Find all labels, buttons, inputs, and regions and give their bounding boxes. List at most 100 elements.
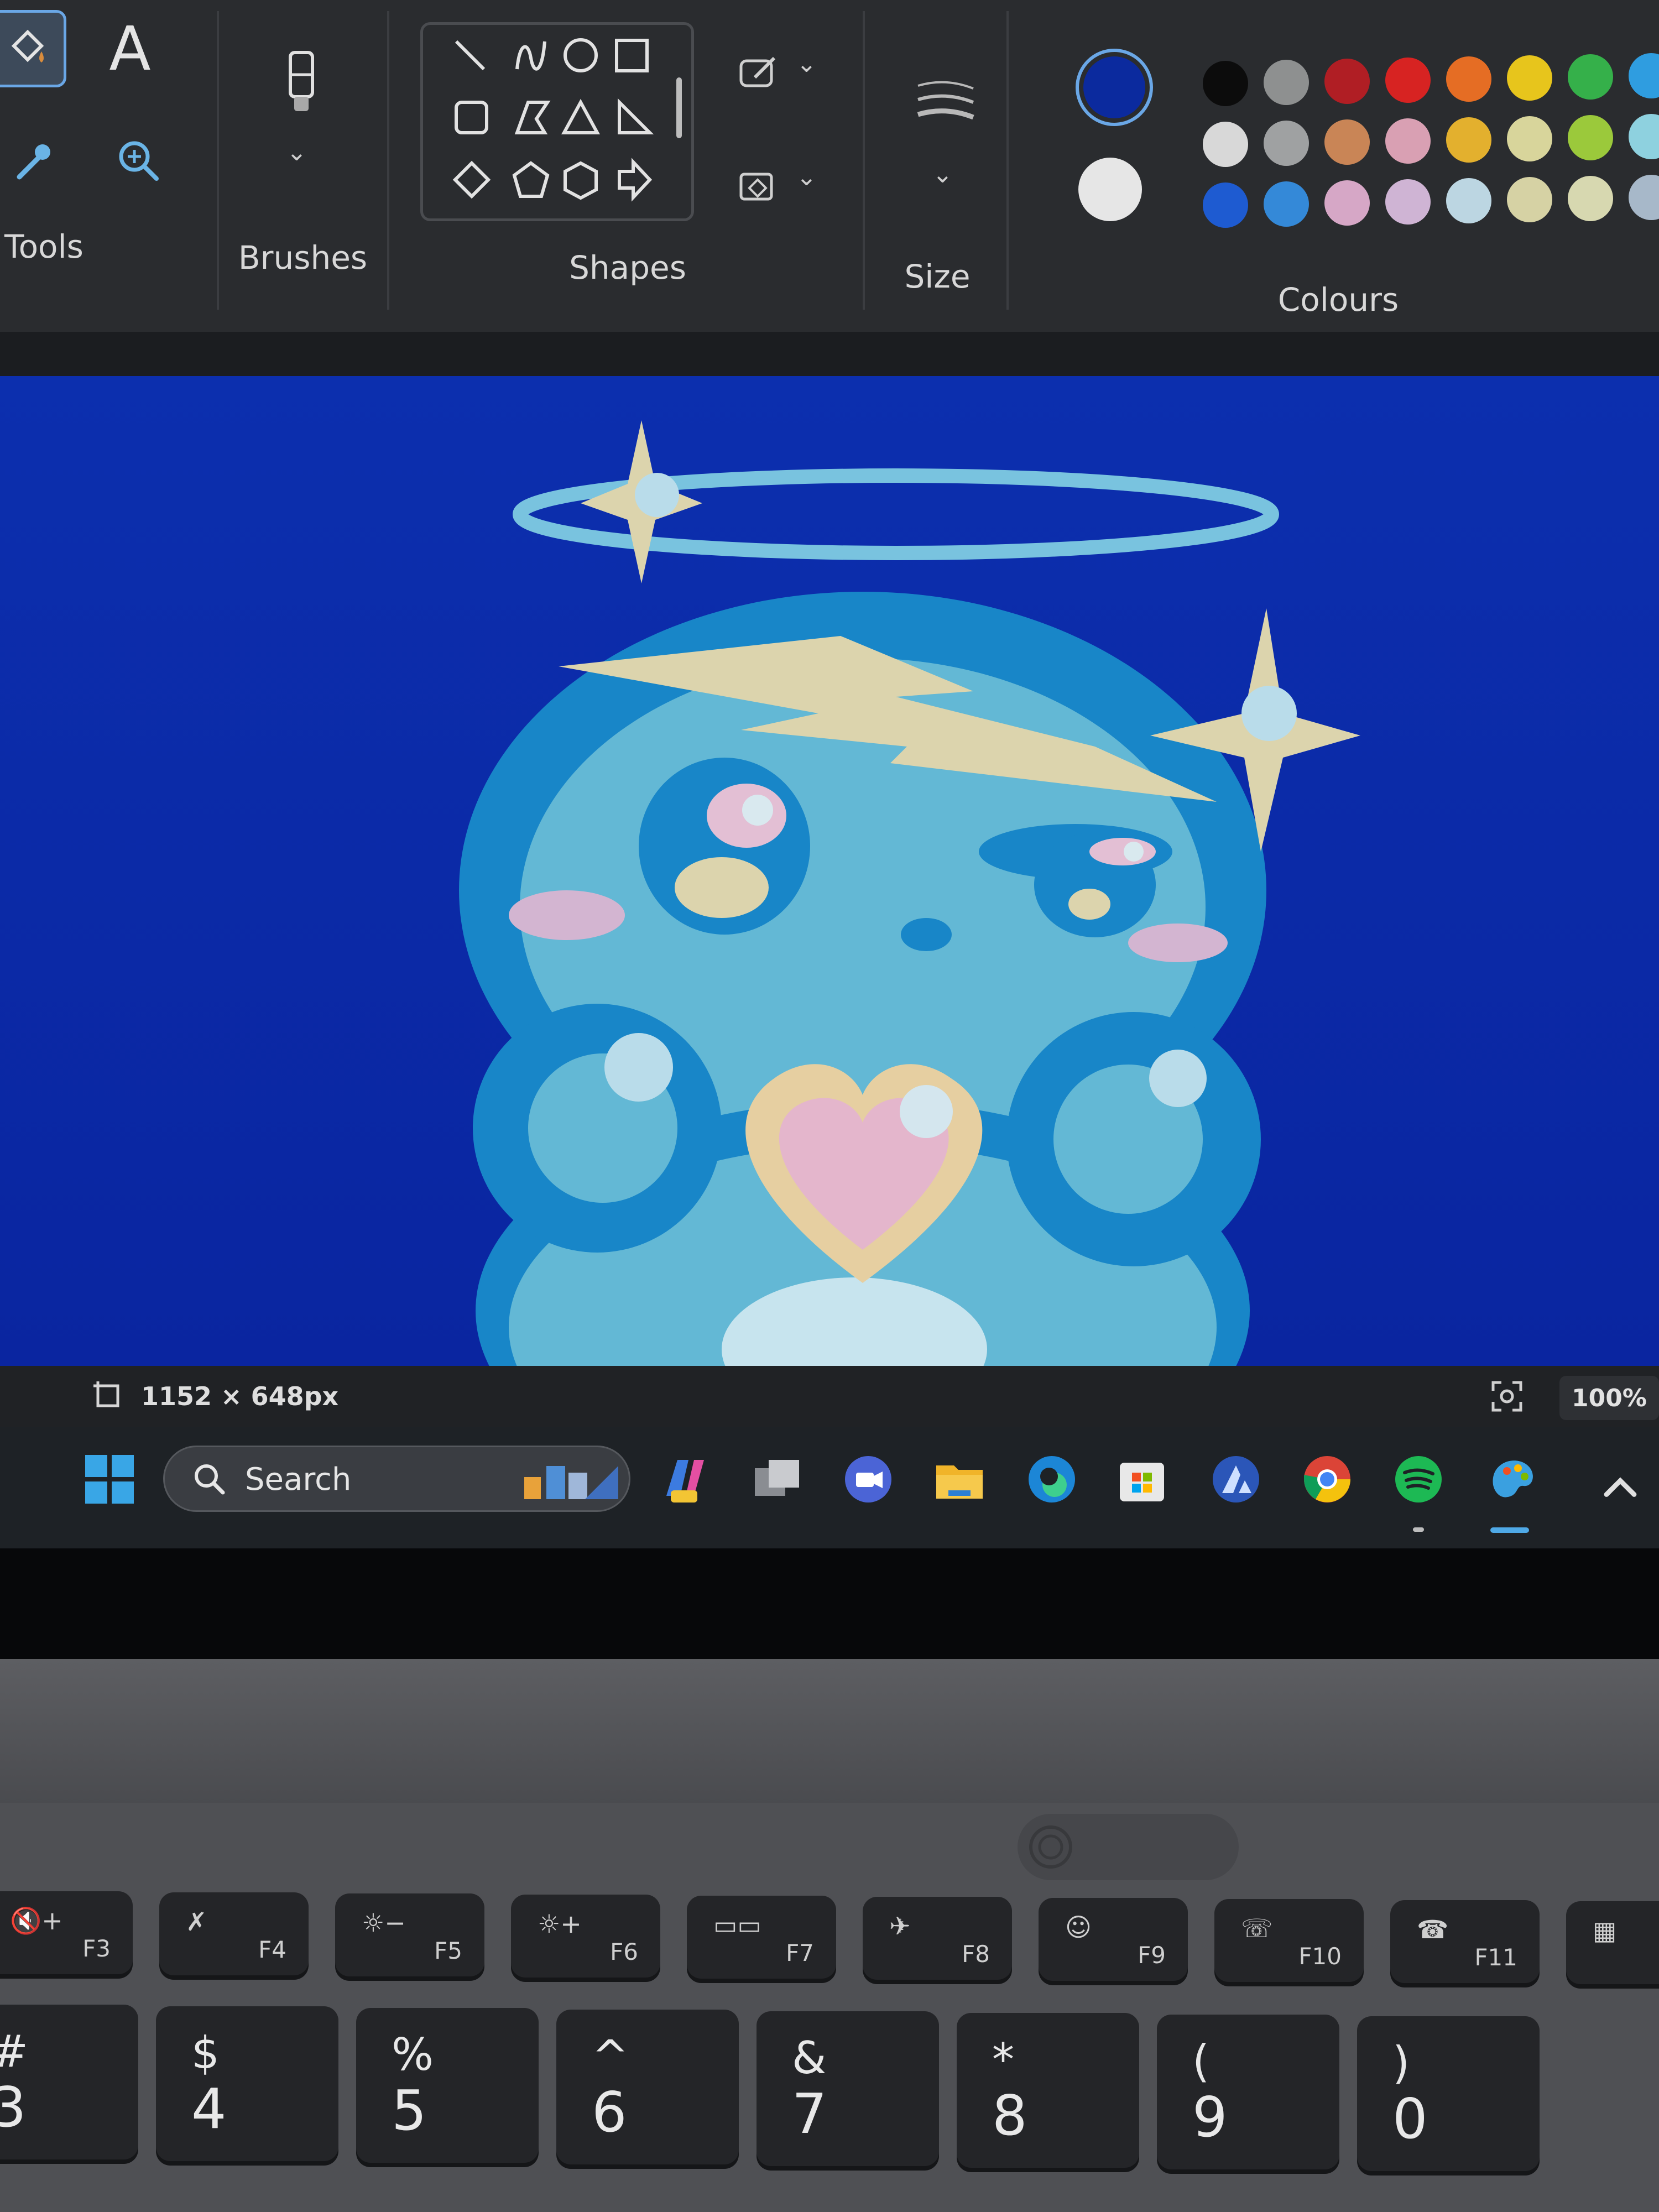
colour-swatch[interactable] xyxy=(1568,176,1613,221)
key-shift-symbol: # xyxy=(0,2026,28,2077)
colour-swatch[interactable] xyxy=(1385,179,1431,225)
autodesk-icon[interactable] xyxy=(1208,1452,1264,1507)
colour-swatch[interactable] xyxy=(1507,116,1552,161)
secondary-colour-button[interactable] xyxy=(1078,158,1142,221)
spotify-icon[interactable] xyxy=(1391,1452,1446,1507)
color-picker-tool[interactable] xyxy=(0,122,72,199)
running-indicator xyxy=(1413,1527,1424,1532)
primary-colour-button[interactable] xyxy=(1076,49,1153,126)
colour-swatch[interactable] xyxy=(1507,55,1552,101)
shapes-gallery xyxy=(420,22,694,221)
colour-swatch[interactable] xyxy=(1264,121,1309,166)
windows-taskbar: Search xyxy=(0,1427,1659,1548)
edge-icon[interactable] xyxy=(1024,1452,1079,1507)
function-key-icon: ▦ xyxy=(1593,1916,1617,1945)
key-shift-symbol: ( xyxy=(1192,2036,1210,2087)
key-shift-symbol: ^ xyxy=(592,2031,629,2082)
key-digit: 3 xyxy=(0,2075,27,2140)
colour-swatch[interactable] xyxy=(1629,114,1659,159)
function-key[interactable]: ▦F1 xyxy=(1566,1901,1659,1984)
function-key-icon: ☼− xyxy=(362,1908,406,1938)
windows-start-icon[interactable] xyxy=(82,1452,137,1507)
colour-swatch[interactable] xyxy=(1324,59,1370,104)
shapes-scrollbar xyxy=(676,77,682,138)
ribbon-divider xyxy=(387,11,389,310)
chevron-down-icon[interactable]: ⌄ xyxy=(286,138,307,166)
colour-swatch[interactable] xyxy=(1385,118,1431,164)
function-key[interactable]: ▭▭ F7 xyxy=(687,1896,836,1979)
function-key[interactable]: ✈ F8 xyxy=(863,1897,1012,1980)
colour-swatch[interactable] xyxy=(1264,60,1309,105)
fingerprint-icon xyxy=(1029,1825,1072,1869)
function-key[interactable]: ✗ F4 xyxy=(159,1892,309,1975)
function-key[interactable]: ☎ F11 xyxy=(1390,1900,1540,1983)
copilot-icon[interactable] xyxy=(655,1452,711,1507)
diamond-shape-icon xyxy=(452,160,491,199)
colour-swatch[interactable] xyxy=(1264,181,1309,227)
key-digit: 0 xyxy=(1392,2086,1428,2151)
number-key[interactable]: (9 xyxy=(1157,2015,1339,2169)
brushes-button[interactable] xyxy=(263,44,340,122)
colour-swatch[interactable] xyxy=(1507,177,1552,222)
brushes-group: ⌄ Brushes xyxy=(221,0,384,332)
shapes-grid xyxy=(452,38,682,202)
number-key[interactable]: % 5 xyxy=(356,2008,539,2163)
rectangle-shape-icon xyxy=(615,39,649,72)
task-view-icon[interactable] xyxy=(749,1452,805,1507)
number-key[interactable]: & 7 xyxy=(757,2011,939,2166)
function-key[interactable]: ☼− F5 xyxy=(335,1893,484,1976)
tools-label: Tools xyxy=(4,228,84,265)
number-key[interactable]: ) 0 xyxy=(1357,2016,1540,2171)
magnifier-tool[interactable] xyxy=(100,122,177,199)
file-explorer-icon[interactable] xyxy=(932,1452,987,1507)
fill-button[interactable] xyxy=(719,147,796,224)
colour-swatch[interactable] xyxy=(1629,175,1659,220)
colour-swatch[interactable] xyxy=(1324,119,1370,165)
hexagon-shape-icon xyxy=(564,161,598,200)
chevron-down-icon[interactable]: ⌄ xyxy=(796,50,817,78)
function-key[interactable]: 🔇+ F3 xyxy=(0,1891,133,1974)
show-hidden-icons-icon[interactable] xyxy=(1593,1460,1648,1515)
chrome-icon[interactable] xyxy=(1300,1452,1355,1507)
right-triangle-shape-icon xyxy=(618,98,654,134)
colour-swatch[interactable] xyxy=(1203,61,1248,106)
colour-swatch[interactable] xyxy=(1203,182,1248,228)
chevron-down-icon[interactable]: ⌄ xyxy=(796,163,817,191)
video-call-icon[interactable] xyxy=(841,1452,896,1507)
function-key[interactable]: ☼+ F6 xyxy=(511,1895,660,1978)
colour-swatch[interactable] xyxy=(1446,117,1491,163)
canvas-size-icon xyxy=(93,1381,119,1407)
function-key-label: F11 xyxy=(1474,1944,1517,1971)
fit-to-window-icon[interactable] xyxy=(1488,1377,1526,1416)
number-key[interactable]: #3 xyxy=(0,2005,138,2159)
colour-swatch[interactable] xyxy=(1629,53,1659,98)
function-key[interactable]: ☺ F9 xyxy=(1039,1898,1188,1981)
fill-bucket-tool[interactable] xyxy=(0,10,66,87)
paint-icon[interactable] xyxy=(1485,1452,1540,1507)
drawing-canvas[interactable] xyxy=(0,376,1659,1366)
size-button[interactable] xyxy=(907,66,984,144)
zoom-level[interactable]: 100% xyxy=(1559,1376,1659,1420)
number-key[interactable]: ^ 6 xyxy=(556,2010,739,2164)
pentagon-shape-icon xyxy=(512,161,550,198)
key-digit: 5 xyxy=(392,2078,427,2143)
text-tool[interactable]: A xyxy=(91,10,169,87)
outline-button[interactable] xyxy=(719,33,796,111)
screen-bezel xyxy=(0,1548,1659,1659)
function-key-icon: ☼+ xyxy=(538,1909,582,1939)
function-key[interactable]: ☏ F10 xyxy=(1214,1899,1364,1982)
chevron-down-icon[interactable]: ⌄ xyxy=(932,160,953,189)
colour-swatch[interactable] xyxy=(1385,58,1431,103)
colour-swatch[interactable] xyxy=(1446,56,1491,102)
store-icon[interactable] xyxy=(1114,1452,1170,1507)
number-key[interactable]: * 8 xyxy=(957,2013,1139,2168)
shapes-label: Shapes xyxy=(569,249,686,286)
colour-swatch[interactable] xyxy=(1446,178,1491,223)
colour-swatch[interactable] xyxy=(1203,122,1248,167)
colour-swatch[interactable] xyxy=(1568,54,1613,100)
brush-icon xyxy=(289,51,314,111)
number-key[interactable]: $4 xyxy=(156,2006,338,2161)
colour-swatch[interactable] xyxy=(1568,115,1613,160)
taskbar-search[interactable]: Search xyxy=(163,1446,630,1512)
colour-swatch[interactable] xyxy=(1324,180,1370,226)
